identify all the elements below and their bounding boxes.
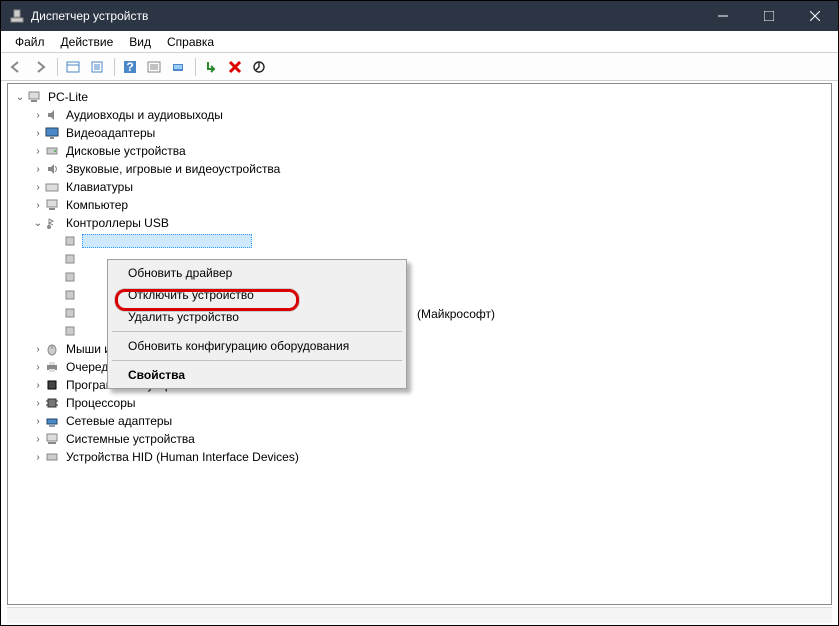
toolbar: ? (1, 53, 838, 81)
usb-device-icon (62, 287, 78, 303)
cm-properties[interactable]: Свойства (110, 364, 404, 386)
update-driver-button[interactable] (248, 56, 270, 78)
caret-icon[interactable] (32, 398, 44, 409)
svg-text:?: ? (126, 60, 133, 74)
cm-scan-hardware[interactable]: Обновить конфигурацию оборудования (110, 335, 404, 357)
cm-separator (112, 360, 402, 361)
tree-node-disk[interactable]: Дисковые устройства (8, 142, 831, 160)
printer-icon (44, 359, 60, 375)
caret-icon[interactable] (32, 218, 44, 229)
caret-icon[interactable] (32, 380, 44, 391)
cm-disable-device[interactable]: Отключить устройство (110, 284, 404, 306)
keyboard-icon (44, 179, 60, 195)
menu-file[interactable]: Файл (7, 33, 53, 51)
tree-node-netadapter[interactable]: Сетевые адаптеры (8, 412, 831, 430)
caret-icon[interactable] (32, 200, 44, 211)
scan-hardware-button[interactable] (167, 56, 189, 78)
app-icon (9, 8, 25, 24)
tree-node-video[interactable]: Видеоадаптеры (8, 124, 831, 142)
hid-icon (44, 449, 60, 465)
network-icon (44, 413, 60, 429)
menu-view[interactable]: Вид (121, 33, 159, 51)
tree-node-soundgame[interactable]: Звуковые, игровые и видеоустройства (8, 160, 831, 178)
caret-icon[interactable] (32, 182, 44, 193)
audio-icon (44, 107, 60, 123)
close-button[interactable] (792, 1, 838, 31)
usb-device-icon (62, 323, 78, 339)
disk-icon (44, 143, 60, 159)
caret-icon[interactable] (32, 146, 44, 157)
usb-icon (44, 215, 60, 231)
computer-icon (44, 197, 60, 213)
cpu-icon (44, 395, 60, 411)
tree-node-usb[interactable]: Контроллеры USB (8, 214, 831, 232)
statusbar (7, 607, 832, 623)
back-button[interactable] (5, 56, 27, 78)
caret-icon[interactable] (32, 128, 44, 139)
cm-uninstall-device[interactable]: Удалить устройство (110, 306, 404, 328)
computer-icon (26, 89, 42, 105)
context-menu: Обновить драйвер Отключить устройство Уд… (107, 259, 407, 389)
enable-device-button[interactable] (200, 56, 222, 78)
caret-icon[interactable] (32, 434, 44, 445)
caret-icon[interactable] (32, 416, 44, 427)
tree-root[interactable]: PC-Lite (8, 88, 831, 106)
help-button[interactable]: ? (119, 56, 141, 78)
caret-icon[interactable] (32, 452, 44, 463)
show-hide-console-button[interactable] (62, 56, 84, 78)
cm-separator (112, 331, 402, 332)
menu-help[interactable]: Справка (159, 33, 222, 51)
caret-icon[interactable] (32, 362, 44, 373)
tree-node-keyboard[interactable]: Клавиатуры (8, 178, 831, 196)
tree-node-cpu[interactable]: Процессоры (8, 394, 831, 412)
tree-node-system[interactable]: Системные устройства (8, 430, 831, 448)
menu-action[interactable]: Действие (53, 33, 122, 51)
uninstall-button[interactable] (224, 56, 246, 78)
cm-update-driver[interactable]: Обновить драйвер (110, 262, 404, 284)
chip-icon (44, 377, 60, 393)
tree-node-hid[interactable]: Устройства HID (Human Interface Devices) (8, 448, 831, 466)
window-title: Диспетчер устройств (31, 9, 700, 23)
caret-icon[interactable] (32, 344, 44, 355)
system-icon (44, 431, 60, 447)
tree-node-usb-child-selected[interactable] (8, 232, 831, 250)
minimize-button[interactable] (700, 1, 746, 31)
caret-icon[interactable] (32, 110, 44, 121)
usb-device-icon (62, 233, 78, 249)
tree-node-audio[interactable]: Аудиовходы и аудиовыходы (8, 106, 831, 124)
titlebar: Диспетчер устройств (1, 1, 838, 31)
usb-device-icon (62, 269, 78, 285)
caret-icon[interactable] (32, 164, 44, 175)
tree-node-computer[interactable]: Компьютер (8, 196, 831, 214)
usb-device-icon (62, 305, 78, 321)
sound-icon (44, 161, 60, 177)
properties-button[interactable] (86, 56, 108, 78)
menubar: Файл Действие Вид Справка (1, 31, 838, 53)
list-button[interactable] (143, 56, 165, 78)
mouse-icon (44, 341, 60, 357)
forward-button[interactable] (29, 56, 51, 78)
maximize-button[interactable] (746, 1, 792, 31)
caret-icon[interactable] (14, 92, 26, 103)
usb-device-icon (62, 251, 78, 267)
display-icon (44, 125, 60, 141)
microsoft-label-peek: (Майкрософт) (417, 307, 495, 321)
